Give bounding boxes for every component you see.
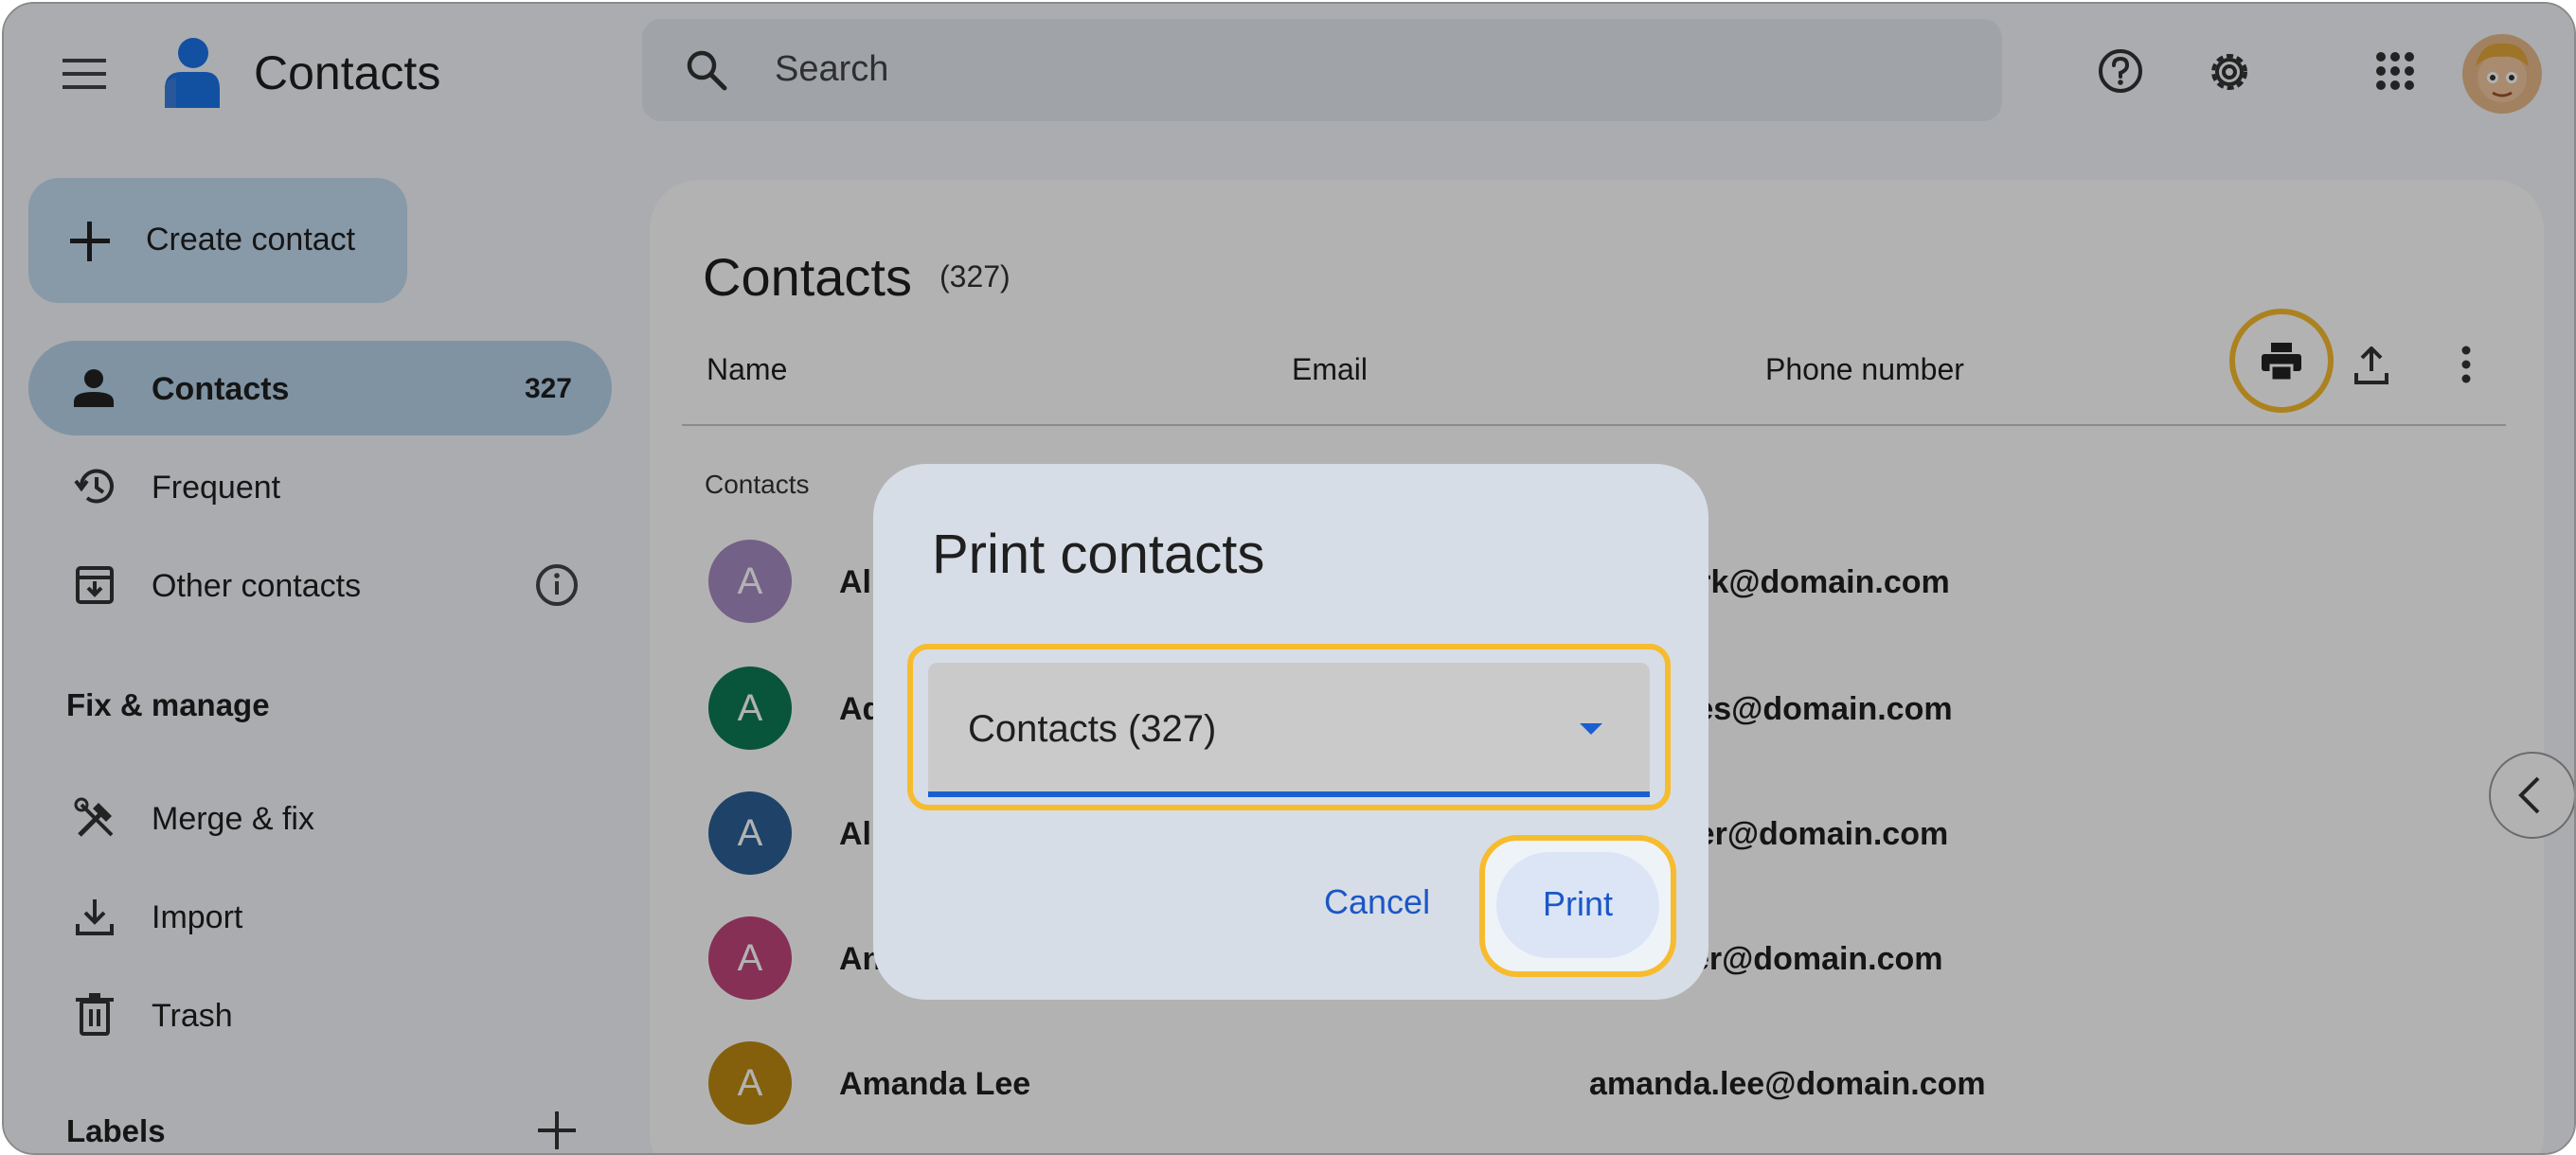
print-button-label: Print [1542, 884, 1614, 923]
cancel-button[interactable]: Cancel [1324, 882, 1430, 922]
dialog-title: Print contacts [932, 524, 1265, 585]
dropdown-arrow-icon [1580, 723, 1602, 735]
dropdown-value: Contacts (327) [968, 708, 1217, 750]
dropdown-underline [928, 791, 1650, 797]
window-frame: Contacts Search Create contact Contacts … [2, 2, 2576, 1155]
print-button[interactable]: Print [1496, 852, 1659, 958]
print-contacts-dialog: Print contacts Contacts (327) Cancel Pri… [873, 464, 1708, 1000]
contacts-app: Contacts Search Create contact Contacts … [4, 4, 2574, 1153]
contacts-select-dropdown[interactable]: Contacts (327) [928, 663, 1650, 797]
